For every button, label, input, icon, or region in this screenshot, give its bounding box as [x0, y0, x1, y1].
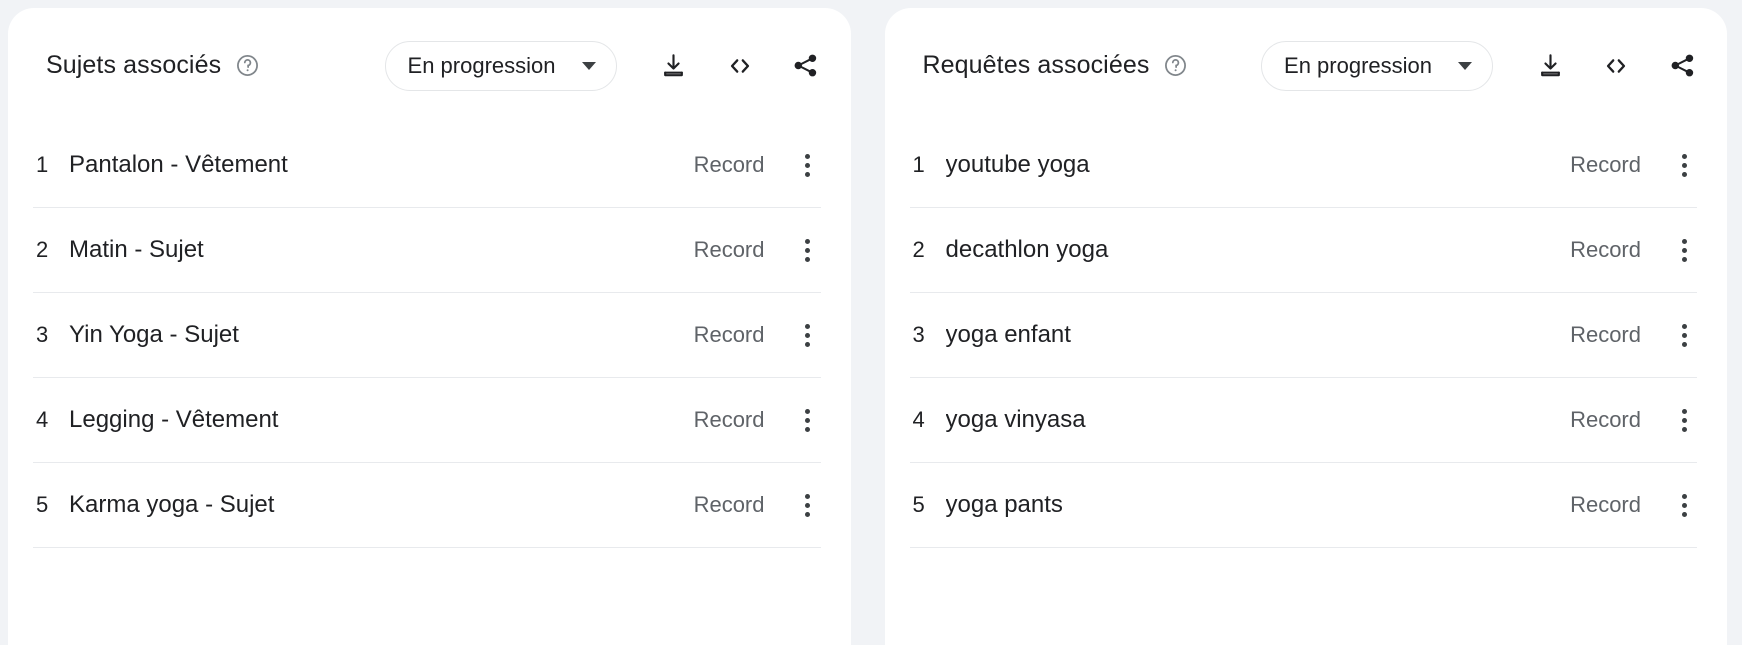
table-row[interactable]: 2 decathlon yoga Record: [909, 208, 1697, 293]
row-value: Record: [693, 407, 765, 432]
row-label: yoga enfant: [945, 321, 1071, 348]
table-row[interactable]: 5 Karma yoga - Sujet Record: [33, 463, 821, 548]
table-row[interactable]: 2 Matin - Sujet Record: [33, 208, 821, 293]
row-label: youtube yoga: [945, 151, 1090, 178]
header-actions: [659, 51, 821, 81]
table-row[interactable]: 3 Yin Yoga - Sujet Record: [33, 293, 821, 378]
more-options-icon[interactable]: [795, 490, 821, 520]
row-rank: 1: [36, 152, 49, 177]
row-label: Legging - Vêtement: [69, 406, 279, 433]
related-queries-list: 1 youtube yoga Record 2 decathlon yoga R…: [885, 123, 1728, 645]
row-rank: 4: [36, 407, 49, 432]
row-rank: 1: [912, 152, 925, 177]
row-label: decathlon yoga: [945, 236, 1109, 263]
row-label: yoga pants: [945, 491, 1063, 518]
row-label: yoga vinyasa: [945, 406, 1086, 433]
row-rank: 2: [912, 237, 925, 262]
chevron-down-icon: [581, 61, 596, 70]
row-rank: 5: [36, 492, 49, 517]
embed-code-icon[interactable]: [725, 51, 755, 81]
row-rank: 2: [36, 237, 49, 262]
panel-title: Requêtes associées: [922, 51, 1150, 79]
row-value: Record: [1570, 152, 1641, 177]
sort-filter-dropdown[interactable]: En progression: [384, 40, 617, 91]
row-label: Pantalon - Vêtement: [69, 151, 288, 178]
more-options-icon[interactable]: [1671, 320, 1697, 350]
row-rank: 4: [912, 407, 925, 432]
row-value: Record: [693, 152, 765, 177]
related-topics-header: Sujets associés En progression: [8, 8, 851, 123]
row-value: Record: [1570, 492, 1641, 517]
table-row[interactable]: 4 Legging - Vêtement Record: [33, 378, 821, 463]
more-options-icon[interactable]: [1671, 405, 1697, 435]
sort-filter-label: En progression: [407, 52, 556, 78]
row-value: Record: [693, 492, 765, 517]
related-queries-card: Requêtes associées En progression 1 yout…: [884, 8, 1728, 645]
related-topics-list: 1 Pantalon - Vêtement Record 2 Matin - S…: [8, 123, 851, 645]
more-options-icon[interactable]: [1671, 150, 1697, 180]
sort-filter-dropdown[interactable]: En progression: [1261, 40, 1493, 91]
more-options-icon[interactable]: [795, 150, 821, 180]
row-value: Record: [1570, 237, 1641, 262]
row-label: Karma yoga - Sujet: [69, 491, 275, 518]
related-queries-header: Requêtes associées En progression: [885, 8, 1728, 123]
row-rank: 3: [36, 322, 49, 347]
help-circle-icon[interactable]: [235, 53, 260, 78]
panel-title: Sujets associés: [46, 51, 222, 79]
more-options-icon[interactable]: [795, 235, 821, 265]
table-row[interactable]: 4 yoga vinyasa Record: [909, 378, 1697, 463]
sort-filter-label: En progression: [1284, 52, 1432, 78]
share-icon[interactable]: [791, 51, 821, 81]
more-options-icon[interactable]: [1671, 490, 1697, 520]
related-topics-card: Sujets associés En progression 1 Pantalo…: [8, 8, 851, 645]
table-row[interactable]: 3 yoga enfant Record: [909, 293, 1697, 378]
row-rank: 3: [912, 322, 925, 347]
row-value: Record: [1570, 322, 1641, 347]
row-label: Matin - Sujet: [69, 236, 204, 263]
more-options-icon[interactable]: [795, 320, 821, 350]
trends-panels-container: Sujets associés En progression 1 Pantalo…: [0, 0, 1742, 645]
download-icon[interactable]: [1535, 51, 1565, 81]
row-value: Record: [693, 322, 765, 347]
share-icon[interactable]: [1667, 51, 1697, 81]
download-icon[interactable]: [659, 51, 689, 81]
table-row[interactable]: 1 youtube yoga Record: [909, 123, 1697, 208]
more-options-icon[interactable]: [795, 405, 821, 435]
chevron-down-icon: [1458, 61, 1472, 70]
row-value: Record: [693, 237, 765, 262]
row-value: Record: [1570, 407, 1641, 432]
table-row[interactable]: 5 yoga pants Record: [909, 463, 1697, 548]
embed-code-icon[interactable]: [1601, 51, 1631, 81]
help-circle-icon[interactable]: [1163, 53, 1188, 78]
more-options-icon[interactable]: [1671, 235, 1697, 265]
header-actions: [1535, 51, 1697, 81]
table-row[interactable]: 1 Pantalon - Vêtement Record: [33, 123, 821, 208]
row-label: Yin Yoga - Sujet: [69, 321, 239, 348]
row-rank: 5: [912, 492, 925, 517]
